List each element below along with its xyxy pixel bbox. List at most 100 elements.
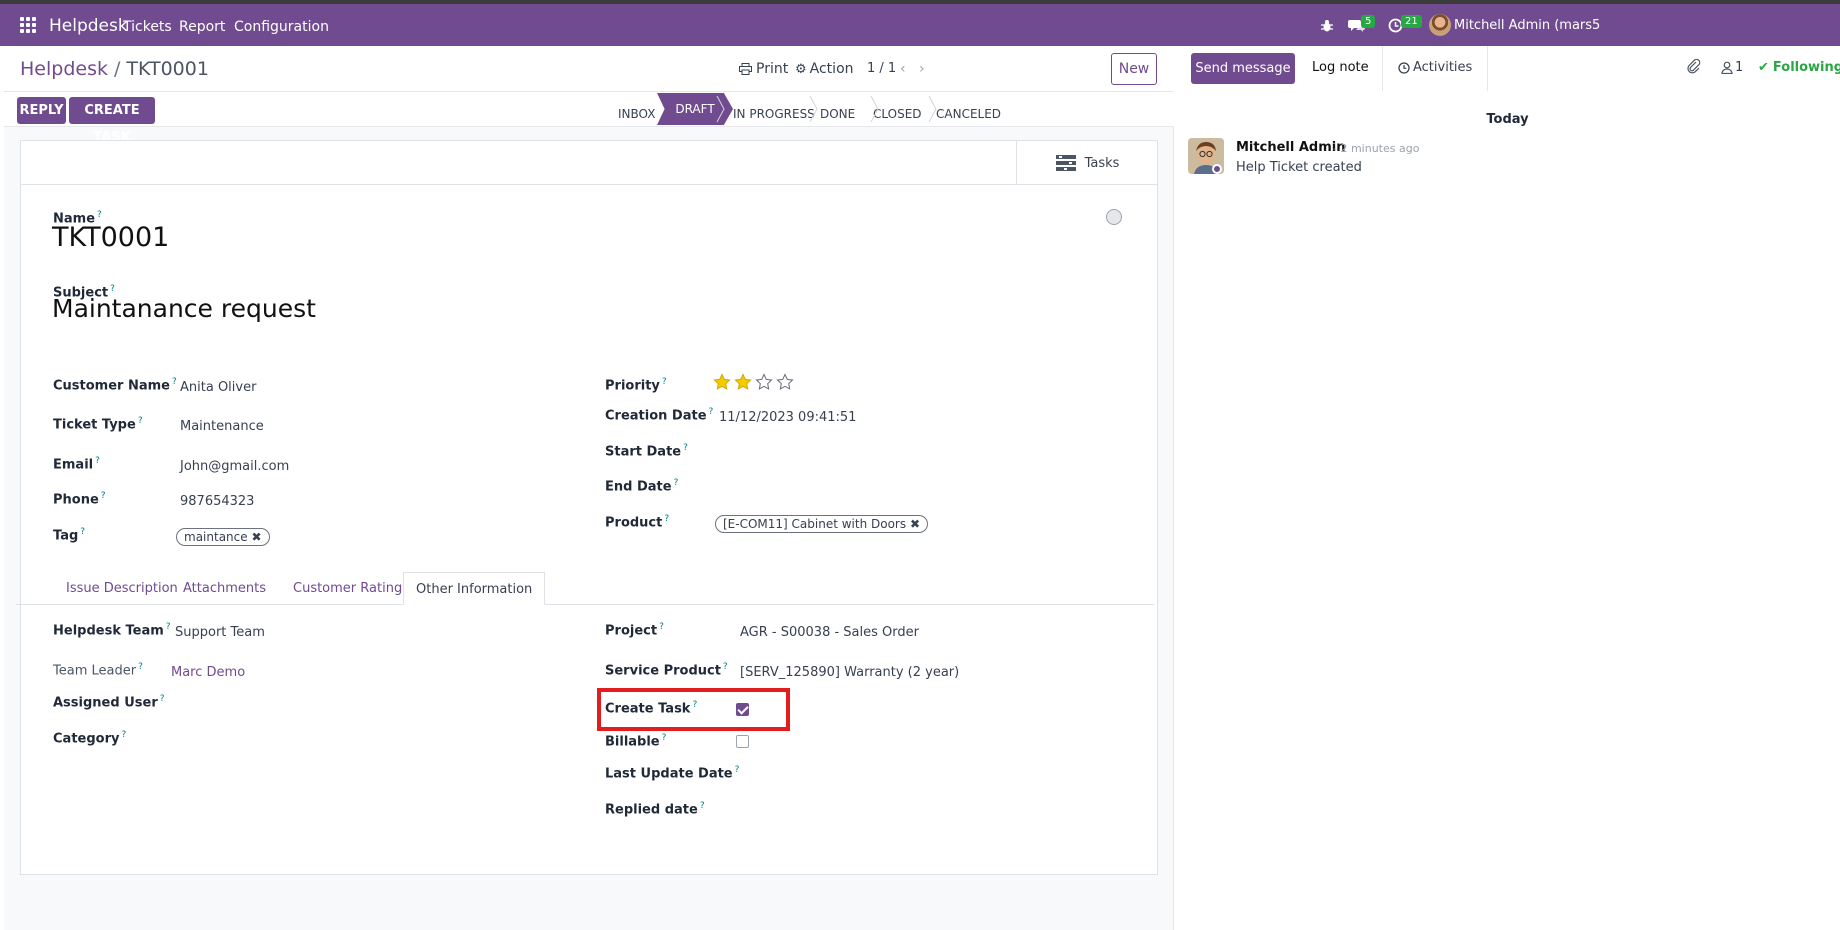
new-button[interactable]: New [1111, 53, 1157, 85]
priority-star-icon[interactable] [755, 373, 773, 391]
tag-remove-icon[interactable]: ✖ [251, 530, 261, 544]
product-remove-icon[interactable]: ✖ [910, 517, 920, 531]
email-value[interactable]: John@gmail.com [180, 459, 289, 474]
priority-label: Priority? [605, 377, 667, 394]
end-date-label: End Date? [605, 478, 679, 495]
pager-value[interactable]: 1 / 1 [867, 61, 896, 76]
followers-count: 1 [1735, 60, 1744, 75]
team-leader-value[interactable]: Marc Demo [171, 665, 245, 680]
tab-attachments[interactable]: Attachments [171, 572, 278, 605]
product-chip[interactable]: [E-COM11] Cabinet with Doors ✖ [715, 515, 929, 533]
tasks-label: Tasks [1084, 155, 1120, 171]
form-area: Helpdesk / TKT0001 Print ⚙ Action 1 / 1 ‹ … [4, 46, 1174, 930]
customer-label: Customer Name? [53, 377, 177, 394]
breadcrumb-helpdesk[interactable]: Helpdesk [20, 58, 108, 80]
reply-button[interactable]: REPLY [17, 97, 66, 124]
chatter-topbar: Send message Log note Activities 1 ✔ Fol… [1175, 46, 1840, 91]
paperclip-icon[interactable] [1687, 58, 1701, 78]
last-update-label: Last Update Date? [605, 765, 740, 782]
service-product-label: Service Product? [605, 662, 728, 679]
online-status-dot [1212, 164, 1222, 174]
helpdesk-team-label: Helpdesk Team? [53, 622, 171, 639]
breadcrumb: Helpdesk / TKT0001 [20, 58, 209, 80]
following-button[interactable]: ✔ Following [1758, 60, 1840, 75]
message-body: Help Ticket created [1236, 160, 1362, 175]
breadcrumb-current: TKT0001 [126, 58, 209, 80]
billable-checkbox[interactable] [736, 735, 749, 748]
category-label: Category? [53, 730, 127, 747]
project-label: Project? [605, 622, 664, 639]
action-label: Action [809, 61, 854, 77]
subject-value[interactable]: Maintanance request [52, 294, 316, 323]
user-menu[interactable]: Mitchell Admin (mars5 [1429, 14, 1600, 36]
button-box: Tasks [21, 141, 1157, 185]
priority-stars[interactable] [713, 373, 797, 391]
create-task-button[interactable]: CREATE TASK [69, 97, 155, 145]
menu-tickets[interactable]: Tickets [123, 19, 172, 35]
bug-icon[interactable] [1320, 19, 1334, 33]
message-time: - 2 minutes ago [1333, 142, 1420, 155]
tag-chip[interactable]: maintance ✖ [176, 528, 270, 546]
action-button[interactable]: ⚙ Action [795, 61, 854, 77]
date-separator: Today [1486, 112, 1529, 127]
tag-label: Tag? [53, 527, 86, 544]
user-name: Mitchell Admin (mars5 [1454, 17, 1601, 33]
kanban-state-indicator[interactable] [1106, 209, 1122, 225]
activities-clock-icon[interactable]: 21 [1388, 15, 1422, 33]
tab-customer-rating[interactable]: Customer Rating [281, 572, 414, 605]
top-navbar: Helpdesk Tickets Report Configuration 5 … [0, 4, 1840, 46]
product-label: Product? [605, 514, 670, 531]
phone-value[interactable]: 987654323 [180, 494, 254, 509]
print-icon [739, 63, 752, 75]
project-value[interactable]: AGR - S00038 - Sales Order [740, 625, 919, 640]
chatter-divider-2 [1487, 46, 1488, 91]
assigned-user-label: Assigned User? [53, 694, 165, 711]
menu-report[interactable]: Report [179, 19, 225, 35]
tab-other-information[interactable]: Other Information [403, 572, 546, 605]
check-icon: ✔ [1758, 60, 1769, 75]
product-chip-label: [E-COM11] Cabinet with Doors [723, 517, 907, 531]
user-avatar [1429, 14, 1451, 36]
pager-prev-icon[interactable]: ‹ [900, 61, 906, 77]
customer-value[interactable]: Anita Oliver [180, 380, 256, 395]
priority-star-icon[interactable] [734, 373, 752, 391]
tasks-smart-button[interactable]: Tasks [1016, 141, 1157, 185]
priority-star-icon[interactable] [776, 373, 794, 391]
pager-next-icon[interactable]: › [919, 61, 925, 77]
helpdesk-team-value[interactable]: Support Team [175, 625, 265, 640]
creation-date-value[interactable]: 11/12/2023 09:41:51 [719, 410, 856, 425]
service-product-value[interactable]: [SERV_125890] Warranty (2 year) [740, 665, 959, 680]
stage-separators [716, 95, 937, 123]
name-value[interactable]: TKT0001 [52, 222, 169, 253]
highlight-box [597, 688, 790, 731]
apps-menu-icon[interactable] [20, 17, 36, 33]
log-note-button[interactable]: Log note [1312, 60, 1369, 75]
phone-label: Phone? [53, 491, 106, 508]
send-message-button[interactable]: Send message [1191, 53, 1295, 84]
priority-star-icon[interactable] [713, 373, 731, 391]
ticket-type-label: Ticket Type? [53, 416, 143, 433]
print-button[interactable]: Print [739, 61, 788, 77]
chatter-divider [1382, 46, 1383, 91]
control-panel: Helpdesk / TKT0001 Print ⚙ Action 1 / 1 ‹ … [4, 46, 1174, 92]
stage-inbox[interactable]: INBOX [618, 102, 655, 126]
breadcrumb-separator: / [113, 58, 121, 80]
followers-button[interactable]: 1 [1721, 60, 1743, 75]
activities-button[interactable]: Activities [1398, 60, 1472, 75]
screen: Helpdesk Tickets Report Configuration 5 … [0, 0, 1840, 930]
gear-icon: ⚙ [795, 61, 807, 77]
app-brand[interactable]: Helpdesk [49, 16, 128, 36]
chatter-panel: Send message Log note Activities 1 ✔ Fol… [1175, 46, 1840, 930]
activities-count-badge: 21 [1401, 15, 1422, 28]
tag-chip-label: maintance [184, 530, 248, 544]
tasks-icon [1055, 155, 1076, 171]
tab-issue-description[interactable]: Issue Description [54, 572, 190, 605]
clock-icon [1398, 61, 1410, 74]
messages-icon[interactable]: 5 [1348, 15, 1376, 33]
replied-date-label: Replied date? [605, 801, 705, 818]
menu-configuration[interactable]: Configuration [234, 19, 329, 35]
creation-date-label: Creation Date? [605, 407, 714, 424]
ticket-type-value[interactable]: Maintenance [180, 419, 264, 434]
print-label: Print [756, 61, 789, 77]
message-author[interactable]: Mitchell Admin [1236, 140, 1345, 155]
